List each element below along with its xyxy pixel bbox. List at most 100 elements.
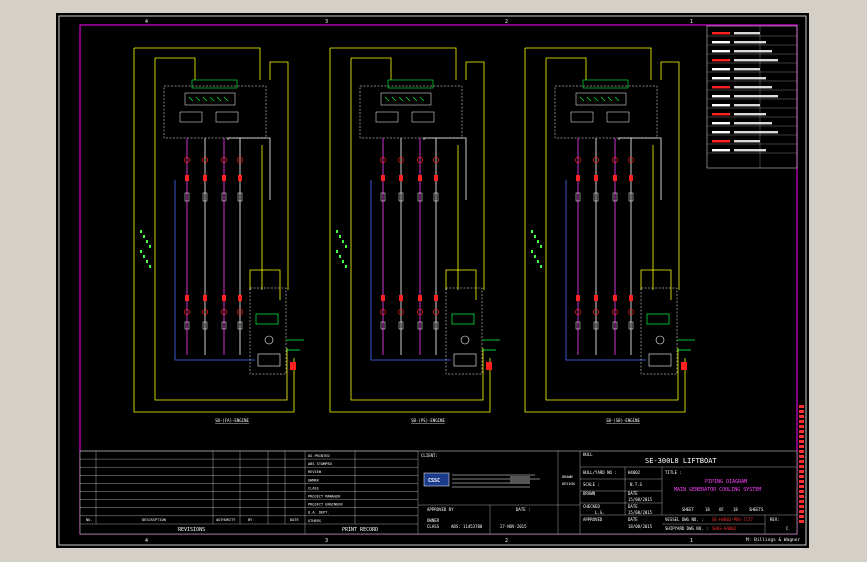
stamp-character bbox=[799, 505, 804, 508]
pipe-annotation bbox=[146, 260, 148, 263]
company-logo-text: CSSC bbox=[428, 478, 440, 484]
pipe-annotation bbox=[339, 235, 341, 238]
rev-header-no: NO. bbox=[86, 518, 93, 522]
legend-symbol bbox=[712, 59, 730, 62]
stamp-character bbox=[799, 425, 804, 428]
zone-top-2: 3 bbox=[325, 19, 328, 25]
legend-symbol bbox=[712, 86, 730, 89]
vessel-name: SE-300L8 LIFTBOAT bbox=[645, 457, 717, 465]
zone-bottom-2: 3 bbox=[325, 538, 328, 544]
legend-symbol bbox=[712, 131, 730, 134]
pipe-annotation bbox=[339, 255, 341, 258]
hull-yard-value: H4802 bbox=[628, 470, 641, 475]
print-record-item: PROJECT ENGINEER bbox=[308, 503, 343, 507]
valve-upper bbox=[418, 175, 422, 181]
legend-text bbox=[734, 140, 760, 143]
stamp-character bbox=[799, 445, 804, 448]
pipe-annotation bbox=[537, 260, 539, 263]
valve-lower bbox=[418, 295, 422, 301]
sheets-label: SHEETS bbox=[749, 507, 764, 512]
zone-bottom-3: 2 bbox=[505, 538, 508, 544]
approval-stamp bbox=[510, 476, 530, 484]
valve-lower bbox=[594, 295, 598, 301]
print-record-item: PROJECT MANAGER bbox=[308, 495, 341, 499]
legend-symbol bbox=[712, 104, 730, 107]
zone-bottom-4: 1 bbox=[690, 538, 693, 544]
print-record-item: OTHERS bbox=[308, 519, 321, 523]
sheet-total: 18 bbox=[733, 507, 738, 512]
legend-text bbox=[734, 77, 766, 80]
print-record-item: REVIEW bbox=[308, 470, 322, 474]
valve-upper bbox=[594, 175, 598, 181]
legend-text bbox=[734, 131, 778, 134]
zone-top-1: 4 bbox=[145, 19, 148, 25]
footer-note: M: Billings & Wagner bbox=[746, 537, 800, 543]
date3-label: DATE bbox=[628, 504, 638, 509]
valve-lower bbox=[434, 295, 438, 301]
legend-symbol bbox=[712, 113, 730, 116]
valve-lower bbox=[222, 295, 226, 301]
pipe-annotation bbox=[345, 265, 347, 268]
valve-upper bbox=[381, 175, 385, 181]
rev-header-date: DATE bbox=[290, 518, 299, 522]
legend-text bbox=[734, 113, 766, 116]
checked-label: CHECKED bbox=[583, 504, 600, 509]
stamp-character bbox=[799, 510, 804, 513]
legend-text bbox=[734, 59, 778, 62]
stamp-character bbox=[799, 440, 804, 443]
legend-text bbox=[734, 68, 760, 71]
valve-lower bbox=[613, 295, 617, 301]
print-record-label: PRINT RECORD bbox=[342, 527, 378, 533]
valve-lower bbox=[185, 295, 189, 301]
pipe-annotation bbox=[540, 245, 542, 248]
vessel-label: HULL bbox=[583, 452, 593, 457]
hull-yard-label: HULL/YARD NO : bbox=[583, 470, 617, 475]
drawn-label-2: DRAWN bbox=[583, 491, 596, 496]
stamp-character bbox=[799, 500, 804, 503]
stamp-character bbox=[799, 515, 804, 518]
class-label: CLASS bbox=[427, 524, 440, 529]
pipe-annotation bbox=[140, 250, 142, 253]
rev-header-description: DESCRIPTION bbox=[142, 518, 166, 522]
valve-upper bbox=[203, 175, 207, 181]
sheet-number: 18 bbox=[705, 507, 710, 512]
stamp-character bbox=[799, 420, 804, 423]
date3-value: 15/08/2015 bbox=[628, 510, 653, 515]
valve-upper bbox=[185, 175, 189, 181]
pipe-annotation bbox=[143, 235, 145, 238]
valve-upper bbox=[434, 175, 438, 181]
valve-lower bbox=[629, 295, 633, 301]
valve-lower bbox=[203, 295, 207, 301]
abs-number: ABS: 11453788 bbox=[451, 524, 483, 529]
stamp-character bbox=[799, 405, 804, 408]
stamp-character bbox=[799, 410, 804, 413]
pipe-annotation bbox=[143, 255, 145, 258]
system-caption: SB-(SB)-ENGINE bbox=[606, 418, 640, 423]
of-label: OF bbox=[719, 507, 724, 512]
valve-lower bbox=[238, 295, 242, 301]
valve-upper bbox=[238, 175, 242, 181]
scale-label: SCALE : bbox=[583, 482, 600, 487]
date4-label: DATE bbox=[628, 517, 638, 522]
design-label: DESIGN bbox=[562, 482, 575, 486]
print-record-item: OG PRINTED bbox=[308, 454, 330, 458]
cad-drawing-canvas: 4 3 2 1 4 3 2 1 SB-(FA)-ENGINE SB-(PS)-EN… bbox=[0, 0, 867, 562]
date4-value: 18/08/2015 bbox=[628, 524, 653, 529]
system-caption: SB-(FA)-ENGINE bbox=[215, 418, 249, 423]
legend-text bbox=[734, 32, 760, 35]
valve-lower bbox=[399, 295, 403, 301]
legend-text bbox=[734, 50, 772, 53]
pipe-annotation bbox=[140, 230, 142, 233]
zone-bottom-1: 4 bbox=[145, 538, 148, 544]
stamp-character bbox=[799, 485, 804, 488]
legend-text bbox=[734, 122, 772, 125]
legend-symbol bbox=[712, 77, 730, 80]
scale-value: N.T.S bbox=[630, 482, 643, 487]
valve-upper bbox=[576, 175, 580, 181]
system-caption: SB-(PS)-ENGINE bbox=[411, 418, 445, 423]
valve-upper bbox=[629, 175, 633, 181]
shipyard-dwg-label: SHIPYARD DWG NO. : bbox=[665, 526, 708, 531]
stamp-character bbox=[799, 455, 804, 458]
stamp-character bbox=[799, 415, 804, 418]
sea-valve bbox=[486, 362, 492, 370]
